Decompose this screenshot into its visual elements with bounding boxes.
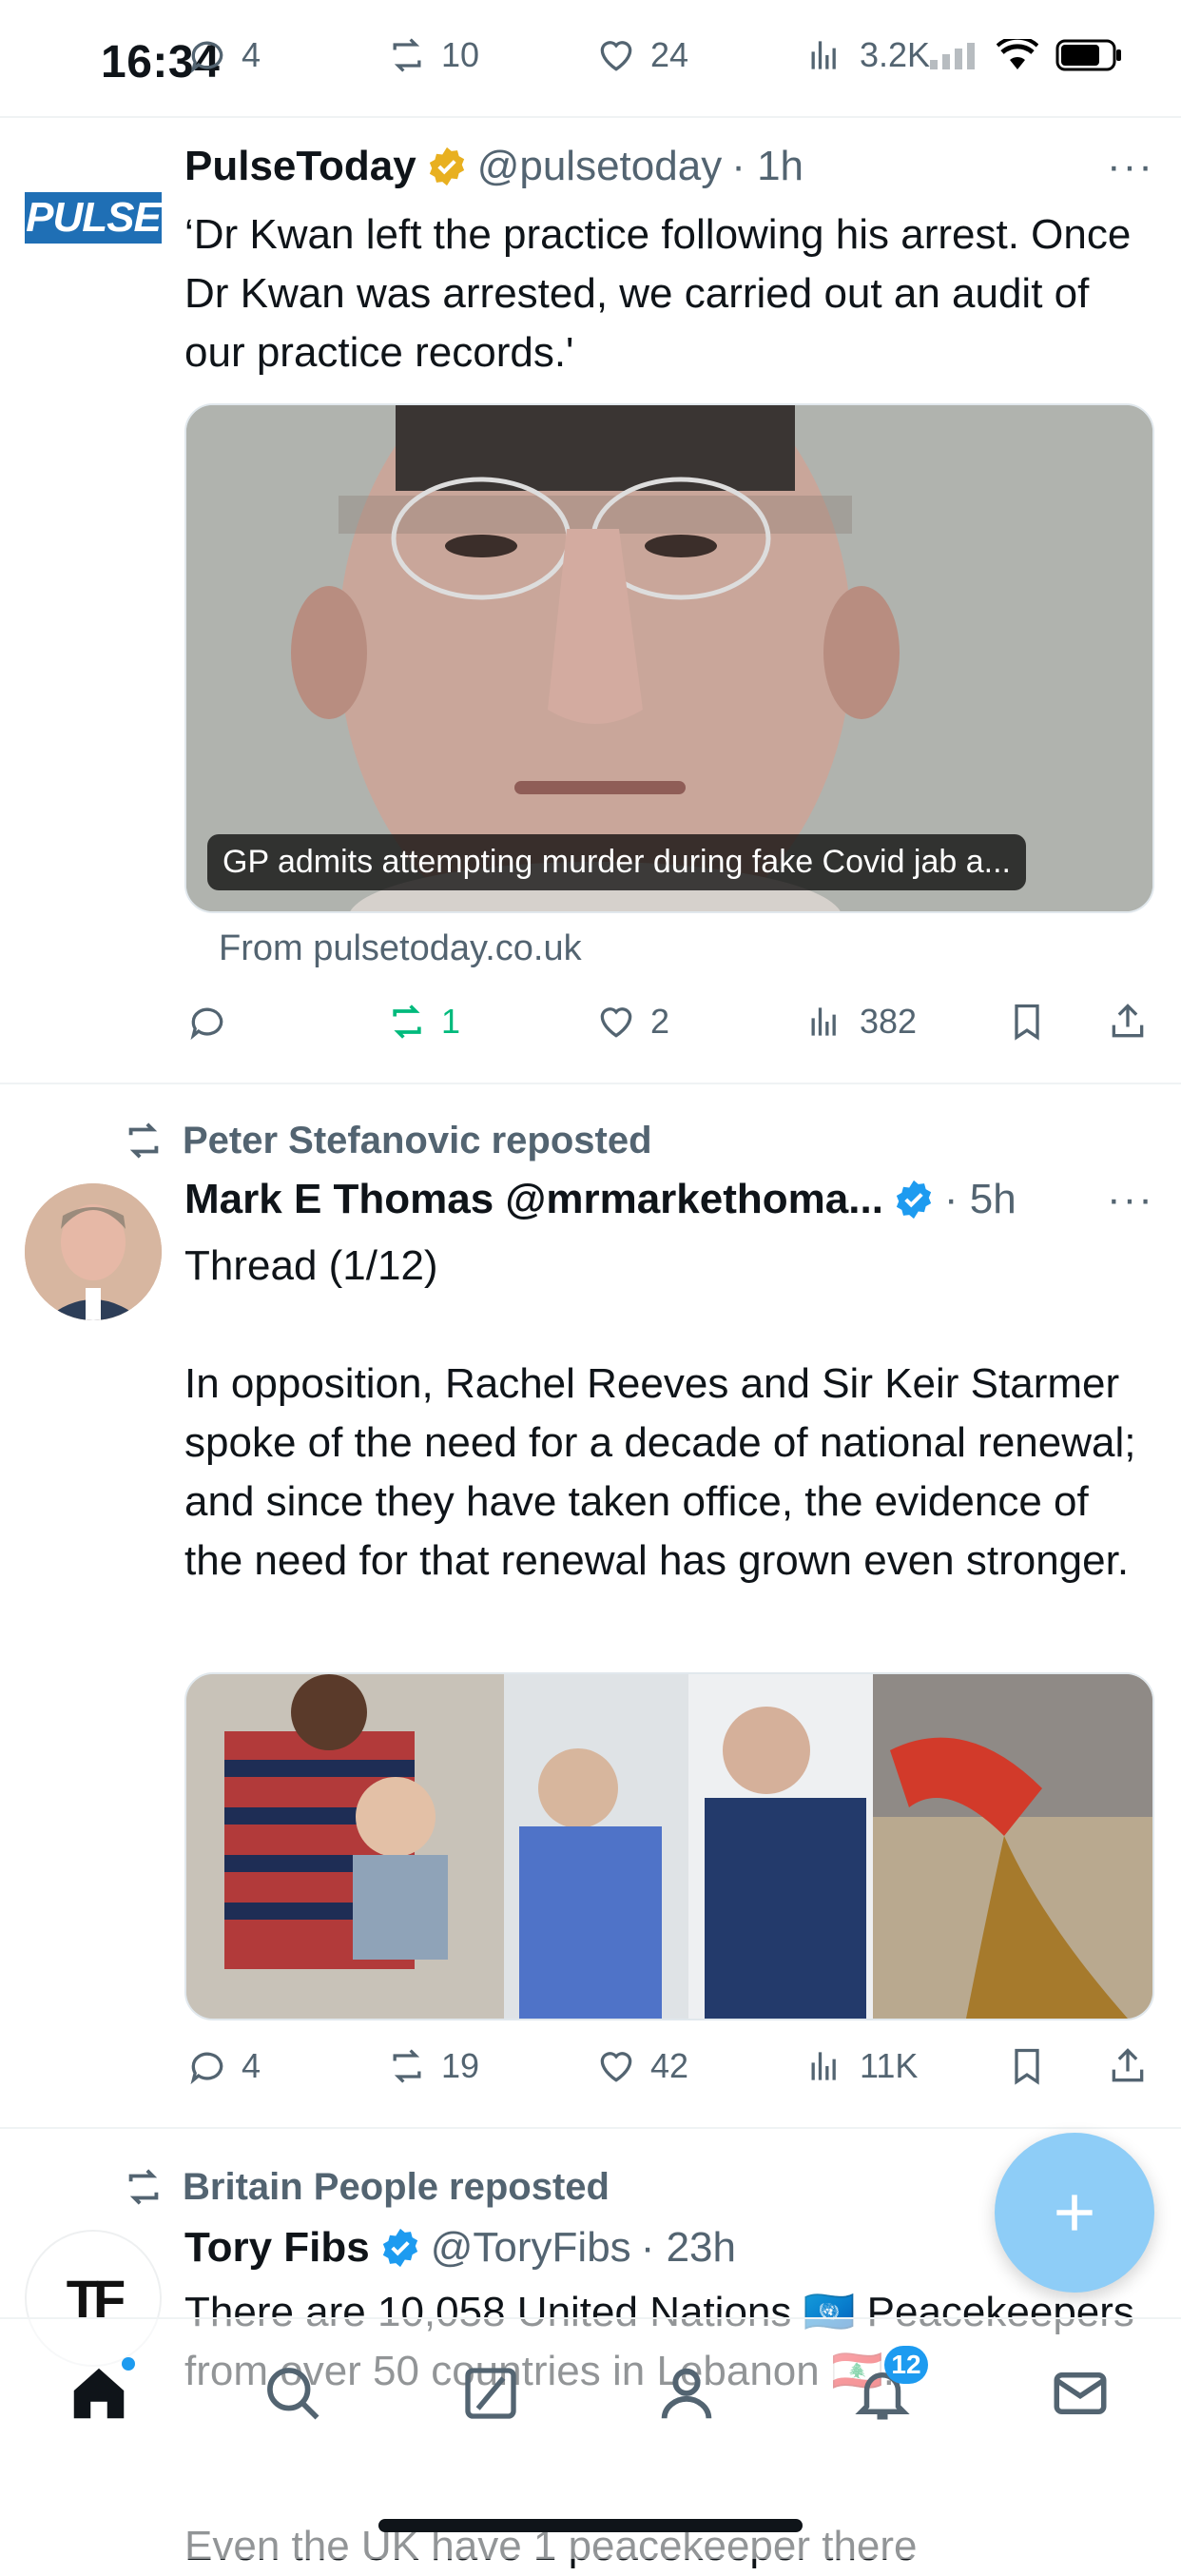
tweet2-actions: 4 19 42 11K (186, 2036, 1156, 2097)
bookmark-icon (1015, 2048, 1039, 2085)
home-icon (73, 2368, 125, 2419)
mail-icon (1054, 2372, 1107, 2414)
views-icon (811, 2052, 836, 2080)
verified-gold-icon (429, 146, 464, 186)
bookmark-button[interactable] (1006, 2045, 1048, 2087)
tab-notifications[interactable]: 12 (846, 2346, 928, 2430)
reply-button[interactable]: 4 (186, 2045, 261, 2087)
like-count: 24 (650, 35, 689, 74)
top-tweet-actions: 4 10 24 3.2K (186, 25, 1156, 86)
heart-icon (600, 2052, 632, 2082)
tab-communities[interactable] (650, 2357, 723, 2430)
share-button[interactable] (1107, 1001, 1149, 1043)
repost-icon (128, 2169, 159, 2205)
verified-blue-icon (896, 1180, 932, 1220)
reply-button[interactable] (186, 1001, 242, 1043)
home-indicator (378, 2519, 803, 2532)
tweet1-header: PulseToday @pulsetoday · 1h (184, 143, 803, 190)
collage-photos (186, 1674, 1152, 2019)
views-button[interactable]: 3.2K (804, 34, 930, 76)
tweet2-text: In opposition, Rachel Reeves and Sir Kei… (184, 1360, 1136, 1584)
more-options-icon[interactable]: ··· (1107, 1176, 1154, 1223)
search-icon (267, 2368, 319, 2420)
repost-icon (393, 2049, 421, 2083)
tweet2-header: Mark E Thomas @mrmarkethoma... · 5h (184, 1176, 1016, 1223)
verified-blue-icon (382, 2228, 417, 2268)
heart-icon (600, 41, 632, 71)
tweet3-display-name[interactable]: Tory Fibs (184, 2224, 370, 2272)
divider (0, 116, 1181, 118)
pulse-avatar[interactable]: PULSE (25, 177, 162, 253)
views-count: 3.2K (860, 35, 931, 74)
views-button[interactable]: 382 (804, 1001, 917, 1043)
repost-button[interactable]: 10 (386, 34, 479, 76)
tweet3-handle[interactable]: @ToryFibs (431, 2224, 631, 2272)
tweet3-repost-label: Britain People reposted (183, 2165, 610, 2208)
tab-grok[interactable] (455, 2357, 527, 2430)
repost-button[interactable]: 19 (386, 2045, 479, 2087)
like-count: 2 (650, 1002, 670, 1041)
divider (0, 2127, 1181, 2129)
reply-count: 4 (242, 2046, 261, 2085)
views-icon (811, 1007, 836, 1036)
tweet2-image-collage[interactable] (184, 1672, 1154, 2020)
repost-count: 10 (441, 35, 480, 74)
tweet1-time[interactable]: · 1h (731, 143, 803, 190)
reply-icon (190, 41, 223, 74)
repost-count: 19 (441, 2046, 480, 2085)
tweet1-display-name[interactable]: PulseToday (184, 143, 416, 190)
more-options-icon[interactable]: ··· (1107, 143, 1154, 190)
tweet2-thread-label: Thread (1/12) (184, 1242, 438, 1289)
share-icon (1112, 1004, 1144, 1038)
link-card-caption: GP admits attempting murder during fake … (207, 834, 1026, 890)
tweet2-repost-label: Peter Stefanovic reposted (183, 1119, 652, 1161)
views-icon (811, 41, 836, 69)
tab-search[interactable] (257, 2357, 329, 2430)
tweet3-header: Tory Fibs @ToryFibs · 23h (184, 2224, 736, 2272)
views-button[interactable]: 11K (804, 2045, 918, 2087)
heart-icon (600, 1007, 632, 1038)
repost-icon (393, 38, 421, 72)
mark-thomas-avatar[interactable] (25, 1183, 162, 1320)
grok-icon (465, 2368, 516, 2419)
communities-icon (661, 2368, 712, 2419)
tweet3-repost-line[interactable]: Britain People reposted (122, 2165, 610, 2209)
tab-home[interactable] (63, 2357, 135, 2430)
reply-icon (190, 2052, 223, 2085)
like-button[interactable]: 42 (595, 2045, 688, 2087)
repost-count: 1 (441, 1002, 461, 1041)
link-card-source[interactable]: From pulsetoday.co.uk (219, 928, 582, 969)
share-button[interactable] (1107, 2045, 1149, 2087)
like-button[interactable]: 2 (595, 1001, 669, 1043)
tweet1-link-card-image[interactable]: GP admits attempting murder during fake … (184, 403, 1154, 913)
compose-post-button[interactable] (995, 2133, 1154, 2293)
tweet3-time[interactable]: · 23h (641, 2224, 736, 2272)
reply-button[interactable]: 4 (186, 34, 261, 76)
tweet1-text: ‘Dr Kwan left the practice following his… (184, 211, 1132, 376)
plus-icon (1056, 2195, 1093, 2231)
home-unread-dot (122, 2357, 135, 2371)
tweet2-display-name[interactable]: Mark E Thomas @mrmarkethoma... (184, 1176, 883, 1223)
bookmark-button[interactable] (1006, 1001, 1048, 1043)
like-button[interactable]: 24 (595, 34, 688, 76)
tweet1-handle[interactable]: @pulsetoday (477, 143, 723, 190)
repost-button[interactable]: 1 (386, 1001, 460, 1043)
views-count: 11K (860, 2046, 919, 2085)
repost-icon (128, 1122, 159, 1159)
tweet2-repost-line[interactable]: Peter Stefanovic reposted (122, 1119, 652, 1162)
tab-messages[interactable] (1044, 2357, 1116, 2430)
tweet1-actions: 1 2 382 (186, 991, 1156, 1052)
views-count: 382 (860, 1002, 918, 1041)
reply-icon (190, 1007, 223, 1041)
bookmark-icon (1015, 1004, 1039, 1041)
tweet2-time[interactable]: · 5h (944, 1176, 1016, 1223)
share-icon (1112, 2048, 1144, 2082)
reply-count: 4 (242, 35, 261, 74)
repost-icon (393, 1005, 421, 1039)
pulse-logo: PULSE (25, 192, 162, 244)
avatar-photo (25, 1183, 162, 1320)
notifications-badge: 12 (884, 2346, 928, 2384)
divider (0, 1083, 1181, 1084)
like-count: 42 (650, 2046, 689, 2085)
